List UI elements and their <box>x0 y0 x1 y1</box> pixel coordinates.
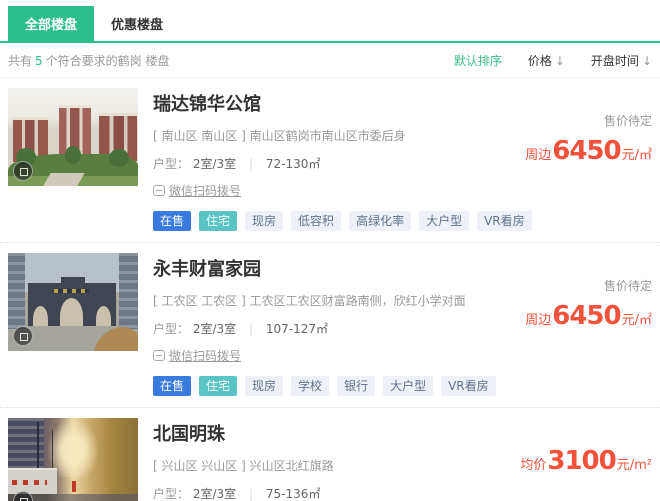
price-unit: 元/m² <box>617 458 652 473</box>
tag-residential: 住宅 <box>199 211 237 231</box>
price-line: 周边6450元/㎡ <box>500 301 652 331</box>
area-value: 72-130㎡ <box>266 157 321 171</box>
photo-arch <box>60 298 83 326</box>
tag-badge: 银行 <box>337 376 375 396</box>
photo-building <box>8 418 44 475</box>
price-value: 3100 <box>547 446 615 476</box>
tab-all-properties[interactable]: 全部楼盘 <box>8 6 94 41</box>
listing-location: [ 兴山区 兴山区 ] 兴山区北红旗路 <box>153 457 485 474</box>
photo-gate <box>28 283 116 326</box>
photo-sign-text <box>12 480 47 485</box>
price-column: 售价待定 周边6450元/㎡ <box>500 253 652 396</box>
area-value: 75-136㎡ <box>266 487 321 501</box>
photo-tower <box>8 253 25 329</box>
photo-watermark <box>13 161 33 181</box>
listing-title[interactable]: 永丰财富家园 <box>153 255 485 281</box>
scan-phone-icon <box>153 350 165 361</box>
scan-phone-icon <box>153 185 165 196</box>
tab-discount-properties[interactable]: 优惠楼盘 <box>94 6 180 41</box>
layout-label: 户型： <box>153 322 189 336</box>
photo-sun-glow <box>47 418 99 477</box>
sort-down-arrow-icon: ↓ <box>642 54 652 68</box>
price-prefix: 均价 <box>520 458 546 473</box>
sort-options: 默认排序 价格↓ 开盘时间↓ <box>454 52 652 69</box>
listing-spec: 户型： 2室/3室 | 107-127㎡ <box>153 320 485 337</box>
photo-sign-wall <box>8 470 57 495</box>
sort-default[interactable]: 默认排序 <box>454 52 502 69</box>
spec-divider: | <box>249 157 253 171</box>
listing-card: 瑞达锦华公馆 [ 南山区 南山区 ] 南山区鹤岗市南山区市委后身 户型： 2室/… <box>0 78 660 243</box>
wechat-scan-link[interactable]: 微信扫码拨号 <box>153 347 241 364</box>
price-value: 6450 <box>552 301 620 331</box>
price-line: 周边6450元/㎡ <box>500 136 652 166</box>
photo-arch <box>96 306 111 327</box>
results-suffix: 个符合要求的鹤岗 楼盘 <box>46 54 170 68</box>
area-value: 107-127㎡ <box>266 322 328 336</box>
price-unit: 元/㎡ <box>622 148 652 163</box>
price-prefix: 周边 <box>525 148 551 163</box>
tag-badge: VR看房 <box>441 376 496 396</box>
layout-label: 户型： <box>153 157 189 171</box>
price-column: 均价3100元/m² <box>500 418 652 501</box>
wechat-scan-link[interactable]: 微信扫码拨号 <box>153 182 241 199</box>
spec-divider: | <box>249 322 253 336</box>
listing-card: 永丰财富家园 [ 工农区 工农区 ] 工农区工农区财富路南侧，欣红小学对面 户型… <box>0 243 660 408</box>
price-status: 售价待定 <box>500 277 652 294</box>
layout-value: 2室/3室 <box>193 487 236 501</box>
tab-bar: 全部楼盘 优惠楼盘 <box>0 0 660 43</box>
sort-opening-label: 开盘时间 <box>591 54 639 68</box>
listing-spec: 户型： 2室/3室 | 72-130㎡ <box>153 155 485 172</box>
sort-opening-date[interactable]: 开盘时间↓ <box>591 52 652 69</box>
wechat-scan-label: 微信扫码拨号 <box>169 347 241 364</box>
price-prefix: 周边 <box>525 313 551 328</box>
price-value: 6450 <box>552 136 620 166</box>
tag-badge: 现房 <box>245 376 283 396</box>
tag-residential: 住宅 <box>199 376 237 396</box>
price-column: 售价待定 周边6450元/㎡ <box>500 88 652 231</box>
tag-list: 在售 住宅 现房 学校 银行 大户型 VR看房 <box>153 376 485 396</box>
listing-location: [ 工农区 工农区 ] 工农区工农区财富路南侧，欣红小学对面 <box>153 292 485 309</box>
listing-photo[interactable] <box>8 253 138 351</box>
sort-price[interactable]: 价格↓ <box>528 52 565 69</box>
listing-title[interactable]: 北国明珠 <box>153 420 485 446</box>
results-bar: 共有5个符合要求的鹤岗 楼盘 默认排序 价格↓ 开盘时间↓ <box>0 43 660 78</box>
photo-arch <box>33 306 48 327</box>
price-line: 均价3100元/m² <box>500 446 652 476</box>
tag-badge: 大户型 <box>383 376 433 396</box>
photo-pedestrian <box>72 481 76 492</box>
listing-title[interactable]: 瑞达锦华公馆 <box>153 90 485 116</box>
photo-tower <box>119 253 139 329</box>
spec-divider: | <box>249 487 253 501</box>
layout-value: 2室/3室 <box>193 322 236 336</box>
price-status: 售价待定 <box>500 112 652 129</box>
photo-watermark <box>13 326 33 346</box>
sort-price-label: 价格 <box>528 54 552 68</box>
tag-badge: 低容积 <box>291 211 341 231</box>
tag-badge: 现房 <box>245 211 283 231</box>
tag-badge: 高绿化率 <box>349 211 411 231</box>
sort-down-arrow-icon: ↓ <box>555 54 565 68</box>
results-count-text: 共有5个符合要求的鹤岗 楼盘 <box>8 52 169 69</box>
results-prefix: 共有 <box>8 54 32 68</box>
layout-value: 2室/3室 <box>193 157 236 171</box>
price-unit: 元/㎡ <box>622 313 652 328</box>
results-count: 5 <box>35 54 43 68</box>
listing-card: 北国明珠 [ 兴山区 兴山区 ] 兴山区北红旗路 户型： 2室/3室 | 75-… <box>0 408 660 501</box>
layout-label: 户型： <box>153 487 189 501</box>
wechat-scan-label: 微信扫码拨号 <box>169 182 241 199</box>
listing-location: [ 南山区 南山区 ] 南山区鹤岗市南山区市委后身 <box>153 127 485 144</box>
tag-badge: 学校 <box>291 376 329 396</box>
photo-utility-pole <box>52 430 53 475</box>
listing-photo[interactable] <box>8 88 138 186</box>
tag-badge: 大户型 <box>419 211 469 231</box>
photo-gate-sign <box>54 289 89 293</box>
listing-photo[interactable] <box>8 418 138 501</box>
listing-spec: 户型： 2室/3室 | 75-136㎡ <box>153 485 485 501</box>
photo-dirt-mound <box>94 327 138 351</box>
tag-list: 在售 住宅 现房 低容积 高绿化率 大户型 VR看房 <box>153 211 485 231</box>
tag-on-sale: 在售 <box>153 211 191 231</box>
tag-on-sale: 在售 <box>153 376 191 396</box>
